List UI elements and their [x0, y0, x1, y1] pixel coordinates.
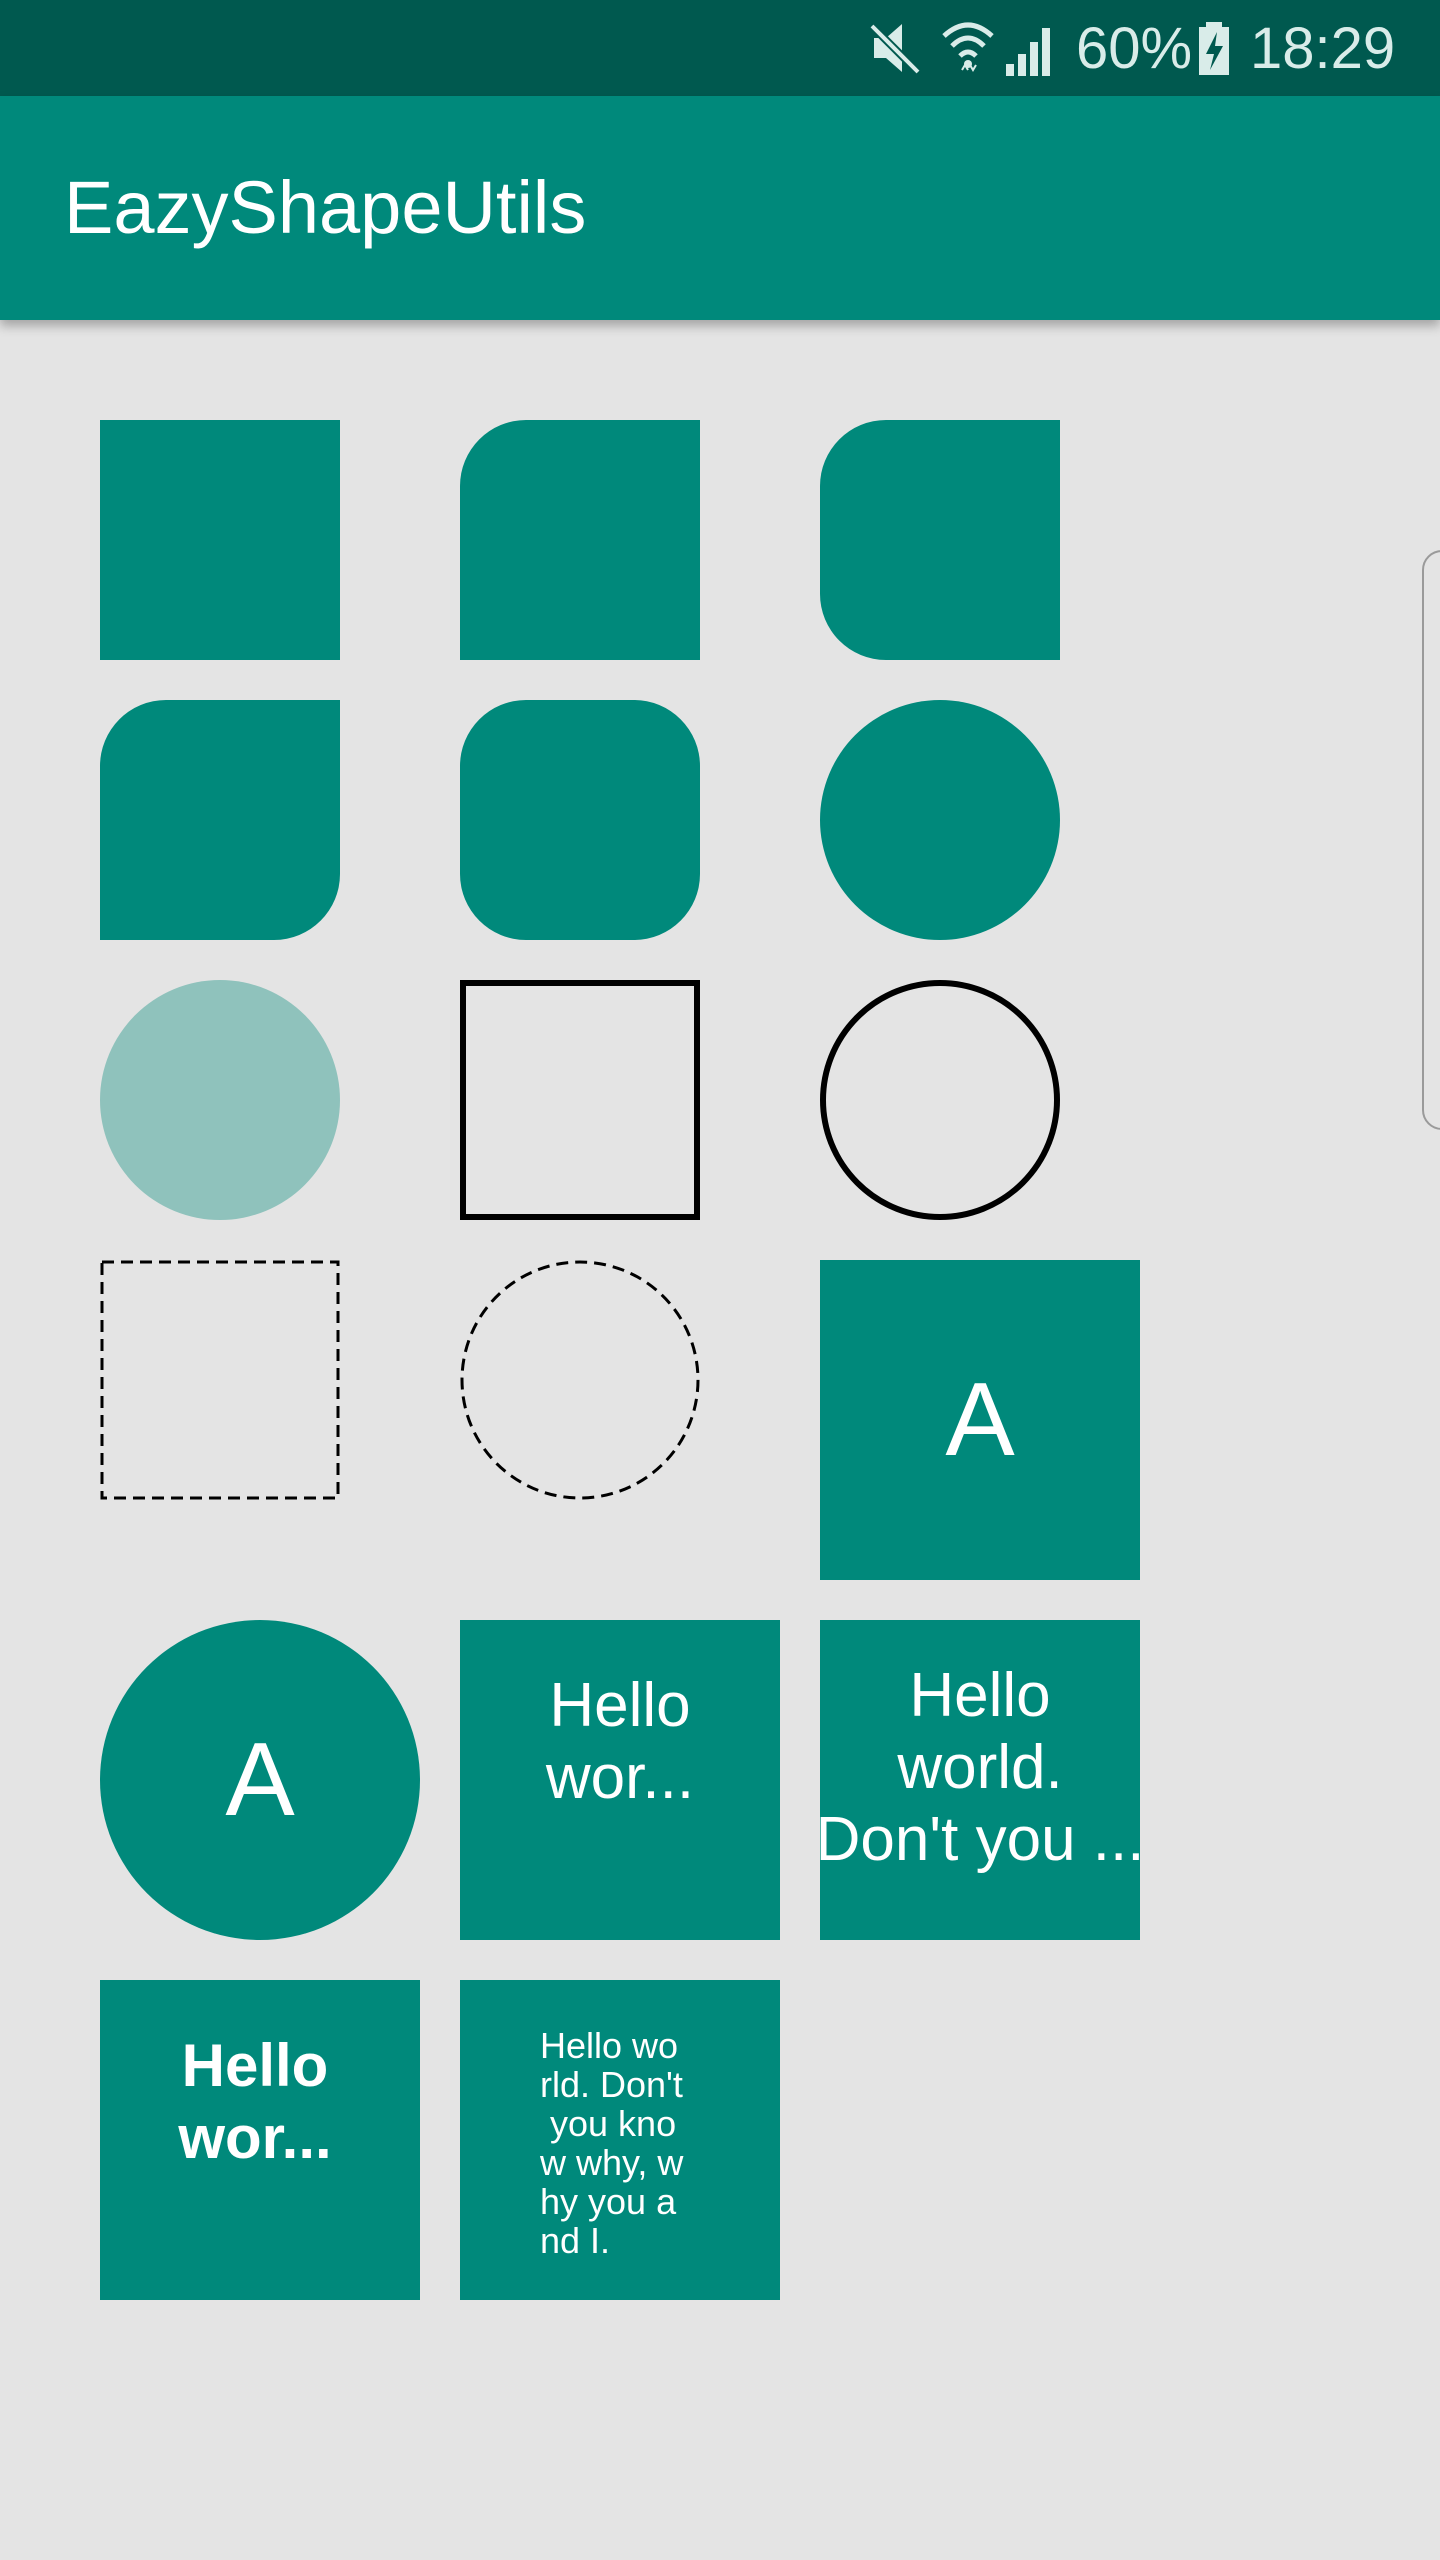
wifi-icon [942, 22, 994, 72]
rounded-square [460, 700, 700, 940]
translucent-circle [100, 980, 340, 1220]
dashed-circle [460, 1260, 700, 1500]
app-bar: EazyShapeUtils [0, 96, 1440, 320]
outlined-circle [820, 980, 1060, 1220]
letter-square-tile: A [820, 1260, 1140, 1580]
signal-icon [1006, 28, 1050, 76]
dashed-square [100, 1260, 340, 1500]
battery-percent-text: 60% [1076, 16, 1193, 81]
edge-panel-handle[interactable] [1422, 550, 1440, 1130]
mute-icon [869, 23, 921, 75]
hello-two-line-tile: Hello wor... [460, 1620, 780, 1940]
diagonal-rounded-square [100, 700, 340, 940]
circle-shape [820, 700, 1060, 940]
clock-text: 18:29 [1250, 16, 1396, 81]
status-bar: 60% 18:29 [0, 0, 1440, 96]
app-title: EazyShapeUtils [64, 166, 587, 249]
left-rounded-square [820, 420, 1060, 660]
hello-three-line-tile: Hello world. Don't you ... [820, 1620, 1140, 1940]
square-shape [100, 420, 340, 660]
top-left-rounded-square [460, 420, 700, 660]
hello-small-tile: Hello wo rld. Don't you kno w why, w hy … [460, 1980, 780, 2300]
hello-bold-tile: Hello wor... [100, 1980, 420, 2300]
letter-circle-tile: A [100, 1620, 420, 1940]
battery-charging-icon [1199, 22, 1229, 75]
outlined-square [460, 980, 700, 1220]
